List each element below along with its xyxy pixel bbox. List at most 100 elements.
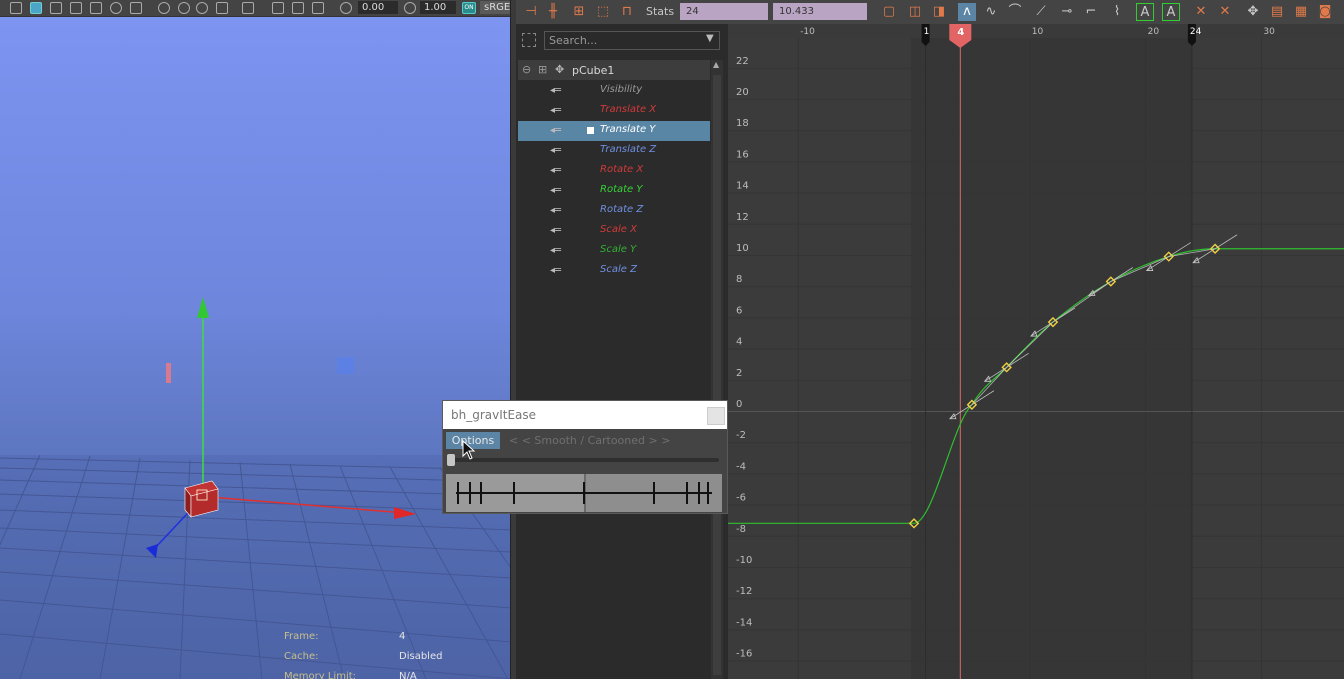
antialias-icon[interactable] bbox=[196, 2, 208, 14]
ease-slider-handle[interactable] bbox=[447, 454, 455, 466]
mouse-cursor-icon bbox=[462, 440, 476, 460]
channel-label: Visibility bbox=[600, 84, 643, 95]
aperture-icon[interactable] bbox=[340, 2, 352, 14]
swap-buffer-icon[interactable]: A bbox=[1162, 3, 1180, 21]
region-tool-icon[interactable]: ⬚ bbox=[594, 3, 612, 21]
scroll-up-icon[interactable]: ▲ bbox=[713, 60, 719, 69]
clamped-tangent-icon[interactable]: ⌒ bbox=[1006, 3, 1024, 21]
trax-editor-icon[interactable]: ▦ bbox=[1292, 3, 1310, 21]
filter-icon[interactable] bbox=[522, 33, 536, 47]
resolution-gate-icon[interactable] bbox=[312, 2, 324, 14]
lattice-icon[interactable]: ⊞ bbox=[570, 3, 588, 21]
normalize-icon[interactable]: ✥ bbox=[1244, 3, 1262, 21]
insert-keys-icon[interactable]: ╫ bbox=[544, 3, 562, 21]
ease-slider[interactable] bbox=[447, 458, 719, 462]
graph-view[interactable]: -10 10 20 30 22 20 18 16 14 12 10 8 6 4 2 0 -2 -4 -6 -8 -10-… bbox=[728, 24, 1344, 679]
channel-row[interactable]: ◂═ Translate Y bbox=[518, 121, 710, 141]
channel-curve-icon: ◂═ bbox=[550, 165, 562, 176]
channel-row[interactable]: ◂═ Translate X bbox=[518, 101, 710, 121]
channel-label: Scale Z bbox=[600, 264, 637, 275]
stats-frame-field[interactable]: 24 bbox=[680, 3, 768, 20]
y-axis-arrow[interactable] bbox=[197, 297, 209, 318]
channel-row[interactable]: ◂═ Rotate X bbox=[518, 161, 710, 181]
expand-icon[interactable]: ⊞ bbox=[538, 63, 547, 76]
outliner-search-input[interactable]: Search... bbox=[544, 31, 720, 50]
colorspace-label[interactable]: sRGE bbox=[480, 1, 512, 14]
auto-tangent-icon[interactable]: ʌ bbox=[958, 3, 976, 21]
unify-tangents-icon[interactable]: ✕ bbox=[1216, 3, 1234, 21]
exposure-field[interactable]: 0.00 bbox=[358, 1, 398, 14]
graph-editor-toolbar: ⊣ ╫ ⊞ ⬚ ⊓ Stats 24 10.433 ▢ ◫ ◨ ʌ ∿ ⌒ ⟋ … bbox=[516, 0, 1344, 25]
outliner-object-row[interactable]: ⊖ ⊞ ✥ pCube1 bbox=[518, 60, 710, 80]
range-end-marker-label: 24 bbox=[1190, 27, 1202, 37]
mode-label: < < Smooth / Cartooned > > bbox=[509, 434, 671, 447]
transform-node-icon: ✥ bbox=[555, 63, 565, 76]
buffer-curve-icon[interactable]: A bbox=[1136, 3, 1154, 21]
channel-curve-icon: ◂═ bbox=[550, 205, 562, 216]
lights-icon[interactable] bbox=[110, 2, 122, 14]
center-current-time-icon[interactable]: ◨ bbox=[930, 3, 948, 21]
channel-label: Translate Z bbox=[600, 144, 657, 155]
channel-row[interactable]: ◂═ Translate Z bbox=[518, 141, 710, 161]
frame-all-icon[interactable]: ▢ bbox=[880, 3, 898, 21]
shadows-icon[interactable] bbox=[130, 2, 142, 14]
channel-row[interactable]: ◂═ Rotate Y bbox=[518, 181, 710, 201]
break-tangents-icon[interactable]: ✕ bbox=[1192, 3, 1210, 21]
step-tangent-icon[interactable]: ⌐ bbox=[1082, 3, 1100, 21]
stats-value-field[interactable]: 10.433 bbox=[773, 3, 867, 20]
ambient-occlusion-icon[interactable] bbox=[158, 2, 170, 14]
channel-row[interactable]: ◂═ Scale Y bbox=[518, 241, 710, 261]
y-tick-label: -12 bbox=[736, 586, 752, 597]
pre-range bbox=[728, 38, 911, 679]
frame-playback-range-icon[interactable]: ◫ bbox=[906, 3, 924, 21]
wireframe-cube-icon[interactable] bbox=[10, 2, 22, 14]
flat-tangent-icon[interactable]: ⊸ bbox=[1058, 3, 1076, 21]
3d-viewport[interactable]: 0.00 1.00 ON sRGE Frame: 4 Cache: Disabl… bbox=[0, 0, 512, 679]
isolate-icon[interactable] bbox=[216, 2, 228, 14]
scrollbar-thumb[interactable] bbox=[713, 75, 721, 675]
spline-tangent-icon[interactable]: ∿ bbox=[982, 3, 1000, 21]
curve-graph[interactable]: -10 10 20 302220181614121086420-2-4-6-8-10-… bbox=[728, 24, 1344, 679]
channel-row[interactable]: ◂═ Visibility bbox=[518, 81, 710, 101]
chevron-down-icon[interactable]: ▼ bbox=[706, 33, 714, 44]
select-camera-icon[interactable] bbox=[242, 2, 254, 14]
hud-memory-value: N/A bbox=[399, 671, 417, 679]
z-plane-handle[interactable] bbox=[337, 357, 354, 374]
close-button[interactable] bbox=[707, 407, 725, 425]
textured-icon[interactable] bbox=[70, 2, 82, 14]
x-tick-label: 30 bbox=[1263, 27, 1275, 37]
y-tick-label: -10 bbox=[736, 555, 752, 566]
x-tick-label: 10 bbox=[1032, 27, 1044, 37]
viewport-scene[interactable] bbox=[0, 16, 512, 679]
retime-tool-icon[interactable]: ⊓ bbox=[618, 3, 636, 21]
channel-curve-icon: ◂═ bbox=[550, 85, 562, 96]
channel-label: Translate X bbox=[600, 104, 657, 115]
move-keys-icon[interactable]: ⊣ bbox=[522, 3, 540, 21]
channel-row[interactable]: ◂═ Scale X bbox=[518, 221, 710, 241]
linear-tangent-icon[interactable]: ⟋ bbox=[1032, 3, 1050, 21]
dialog-title[interactable]: bh_gravItEase bbox=[443, 401, 727, 429]
gamma-icon[interactable] bbox=[404, 2, 416, 14]
tangent-in-marker bbox=[1192, 256, 1200, 264]
dope-sheet-icon[interactable]: ▤ bbox=[1268, 3, 1286, 21]
checker-icon[interactable] bbox=[90, 2, 102, 14]
frame-all-icon[interactable] bbox=[292, 2, 304, 14]
gamma-field[interactable]: 1.00 bbox=[420, 1, 456, 14]
color-management-toggle[interactable]: ON bbox=[462, 2, 476, 14]
grid-icon[interactable] bbox=[272, 2, 284, 14]
motion-blur-icon[interactable] bbox=[178, 2, 190, 14]
y-tick-label: 0 bbox=[736, 399, 742, 410]
wire-on-shaded-icon[interactable] bbox=[50, 2, 62, 14]
channel-label: Translate Y bbox=[600, 124, 656, 135]
channel-row[interactable]: ◂═ Rotate Z bbox=[518, 201, 710, 221]
channel-row[interactable]: ◂═ Scale Z bbox=[518, 261, 710, 281]
y-tick-label: -14 bbox=[736, 617, 752, 628]
plateau-tangent-icon[interactable]: ⌇ bbox=[1108, 3, 1126, 21]
y-tick-label: -16 bbox=[736, 649, 752, 660]
x-plane-handle[interactable] bbox=[166, 363, 171, 383]
shaded-cube-icon[interactable] bbox=[30, 2, 42, 14]
collapse-icon[interactable]: ⊖ bbox=[522, 63, 531, 76]
hud-frame-label: Frame: bbox=[284, 631, 319, 642]
snapshot-icon[interactable]: ◙ bbox=[1316, 3, 1334, 21]
hud-cache-label: Cache: bbox=[284, 651, 319, 662]
